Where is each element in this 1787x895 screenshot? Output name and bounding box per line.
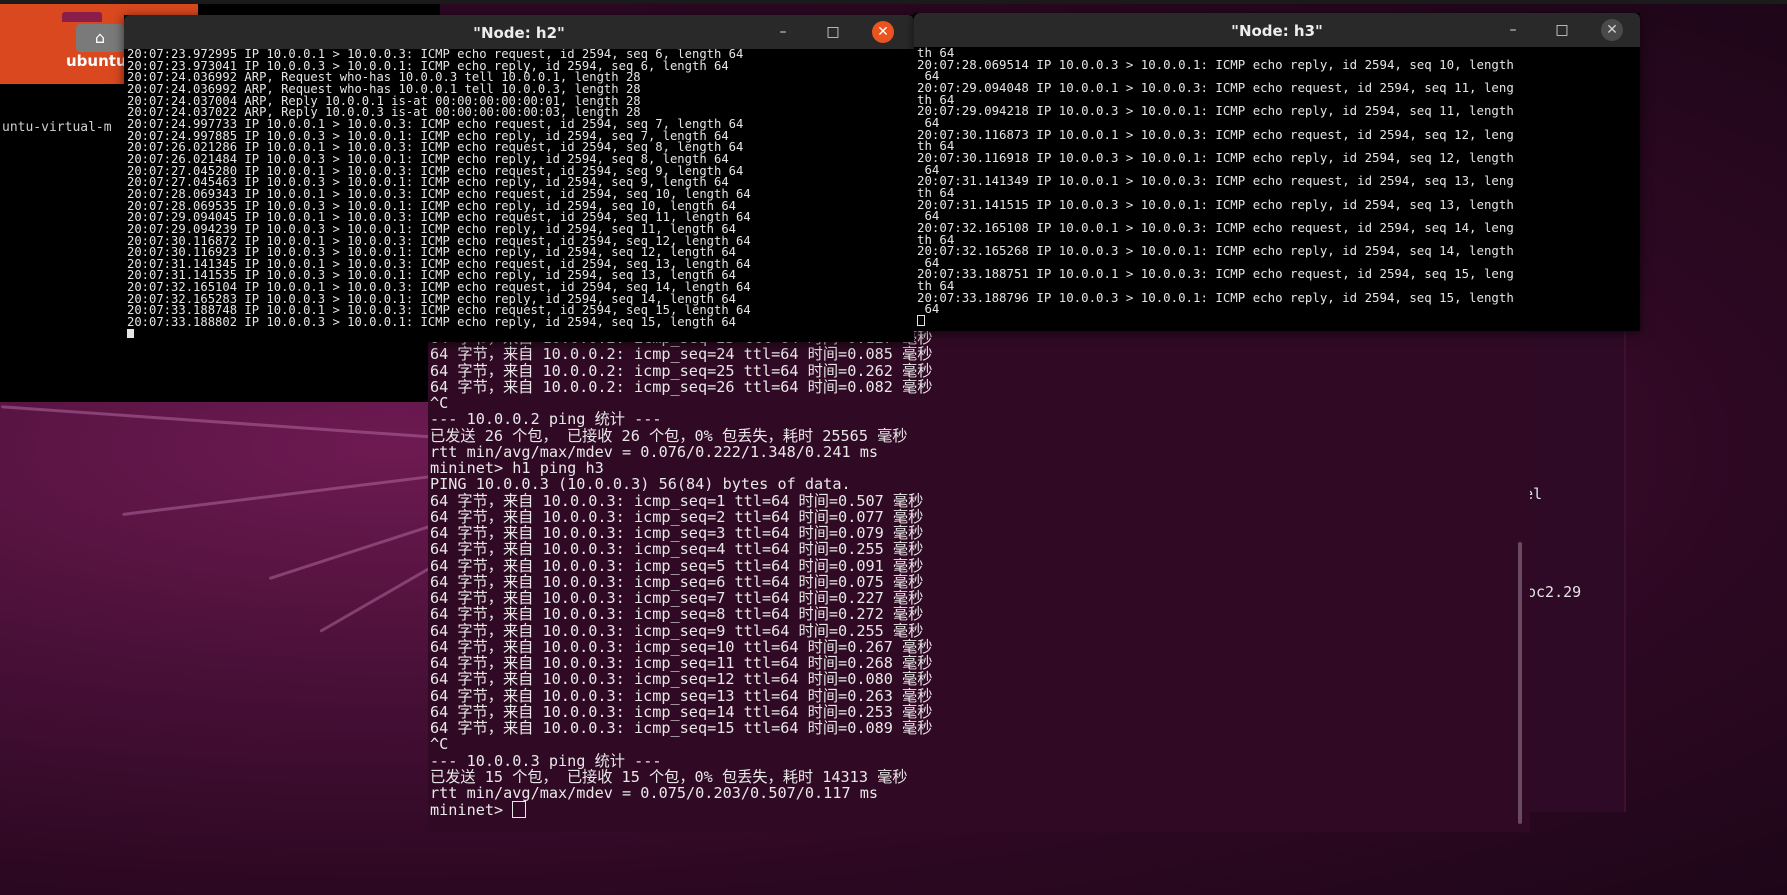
text-cursor [917,315,925,327]
terminal-line: ^C [430,394,449,412]
node-h3-output: th 64 20:07:28.069514 IP 10.0.0.3 > 10.0.… [914,47,1640,315]
node-h3-line: 20:07:31.141515 IP 10.0.0.3 > 10.0.0.1: … [917,196,1514,212]
node-h3-title: "Node: h3" [1231,22,1323,40]
terminal-line: 64 字节，来自 10.0.0.3: icmp_seq=3 ttl=64 时间=… [430,524,924,542]
node-h2-title: "Node: h2" [473,24,565,42]
node-h3-line: 20:07:29.094048 IP 10.0.0.1 > 10.0.0.3: … [917,79,1514,95]
terminal-line: 64 字节，来自 10.0.0.3: icmp_seq=6 ttl=64 时间=… [430,572,924,591]
terminal-line: --- 10.0.0.2 ping 统计 --- [430,410,662,429]
node-h3-line: 20:07:30.116918 IP 10.0.0.3 > 10.0.0.1: … [917,149,1514,165]
main-terminal-prompt-line[interactable]: mininet> [428,801,1530,818]
node-h2-cursor-line [124,328,914,341]
node-h2-terminal[interactable]: 20:07:23.972995 IP 10.0.0.1 > 10.0.0.3: … [124,49,914,340]
node-h3-line: 20:07:32.165268 IP 10.0.0.3 > 10.0.0.1: … [917,243,1514,259]
terminal-line: PING 10.0.0.3 (10.0.0.3) 56(84) bytes of… [430,475,851,494]
node-h3-line: 20:07:30.116873 IP 10.0.0.1 > 10.0.0.3: … [917,126,1514,142]
minimize-icon[interactable]: – [772,21,794,43]
main-terminal[interactable]: 64 字节，来自 10.0.0.2: icmp_seq=23 ttl=64 时间… [428,330,1530,832]
node-h2-window[interactable]: "Node: h2" – □ ✕ 20:07:23.972995 IP 10.0… [124,15,914,342]
terminal-line: 64 字节，来自 10.0.0.3: icmp_seq=9 ttl=64 时间=… [430,621,924,640]
node-h2-titlebar[interactable]: "Node: h2" – □ ✕ [124,15,914,49]
terminal-line: 64 字节，来自 10.0.0.3: icmp_seq=15 ttl=64 时间… [430,719,933,737]
maximize-icon[interactable]: □ [822,21,844,43]
folder-tab [62,12,102,22]
terminal-line: 已发送 15 个包， 已接收 15 个包，0% 包丢失，耗时 14313 毫秒 [430,767,908,786]
node-h3-line: 20:07:33.188796 IP 10.0.0.3 > 10.0.0.1: … [917,289,1514,305]
text-cursor [127,328,134,338]
node-h3-line: 20:07:32.165108 IP 10.0.0.1 > 10.0.0.3: … [917,219,1514,235]
maximize-icon[interactable]: □ [1551,19,1573,41]
background-window-right[interactable] [1530,320,1626,812]
background-terminal-line: untu-virtual-m [2,120,112,135]
main-terminal-output: 64 字节，来自 10.0.0.2: icmp_seq=23 ttl=64 时间… [428,330,1530,801]
home-icon[interactable]: ⌂ [76,24,124,52]
terminal-line: 64 字节，来自 10.0.0.3: icmp_seq=12 ttl=64 时间… [430,670,933,689]
terminal-line: 64 字节，来自 10.0.0.2: icmp_seq=24 ttl=64 时间… [430,345,933,364]
terminal-line: rtt min/avg/max/mdev = 0.075/0.203/0.507… [430,784,879,802]
terminal-line: 64 字节，来自 10.0.0.3: icmp_seq=13 ttl=64 时间… [430,686,933,705]
terminal-line: 64 字节，来自 10.0.0.3: icmp_seq=7 ttl=64 时间=… [430,589,924,607]
terminal-line: ^C [430,735,449,754]
node-h3-terminal[interactable]: th 64 20:07:28.069514 IP 10.0.0.3 > 10.0.… [914,47,1640,328]
node-h3-line: 64 [917,301,940,316]
background-window-text-2: oc2.29 [1527,583,1582,601]
close-icon[interactable]: ✕ [1601,19,1623,41]
scrollbar[interactable] [1518,542,1522,824]
terminal-line: 64 字节，来自 10.0.0.2: icmp_seq=26 ttl=64 时间… [430,377,933,396]
terminal-line: 64 字节，来自 10.0.0.3: icmp_seq=5 ttl=64 时间=… [430,556,924,575]
terminal-line: 已发送 26 个包， 已接收 26 个包，0% 包丢失，耗时 25565 毫秒 [430,426,908,445]
node-h3-cursor-line [914,315,1640,328]
terminal-line: 64 字节，来自 10.0.0.3: icmp_seq=11 ttl=64 时间… [430,654,933,672]
close-icon[interactable]: ✕ [872,21,894,43]
text-cursor [512,801,527,819]
terminal-line: rtt min/avg/max/mdev = 0.076/0.222/1.348… [430,442,879,461]
node-h3-titlebar[interactable]: "Node: h3" – □ ✕ [914,13,1640,47]
node-h3-window[interactable]: "Node: h3" – □ ✕ th 64 20:07:28.069514 IP… [914,13,1640,331]
terminal-line: 64 字节，来自 10.0.0.3: icmp_seq=2 ttl=64 时间=… [430,507,924,526]
minimize-icon[interactable]: – [1502,19,1524,41]
node-h3-line: 20:07:29.094218 IP 10.0.0.3 > 10.0.0.1: … [917,103,1514,119]
node-h3-line: 20:07:33.188751 IP 10.0.0.1 > 10.0.0.3: … [917,266,1514,282]
prompt: mininet> [430,801,513,820]
node-h2-output: 20:07:23.972995 IP 10.0.0.1 > 10.0.0.3: … [124,49,914,329]
terminal-line: --- 10.0.0.3 ping 统计 --- [430,751,662,770]
node-h3-line: 20:07:28.069514 IP 10.0.0.3 > 10.0.0.1: … [917,56,1514,72]
terminal-line: 64 字节，来自 10.0.0.3: icmp_seq=8 ttl=64 时间=… [430,605,924,624]
terminal-line: 64 字节，来自 10.0.0.3: icmp_seq=4 ttl=64 时间=… [430,540,924,559]
terminal-line: 64 字节，来自 10.0.0.3: icmp_seq=14 ttl=64 时间… [430,702,933,721]
terminal-line: 64 字节，来自 10.0.0.2: icmp_seq=25 ttl=64 时间… [430,361,933,380]
terminal-line: 64 字节，来自 10.0.0.3: icmp_seq=10 ttl=64 时间… [430,637,933,656]
node-h3-line: 20:07:31.141349 IP 10.0.0.1 > 10.0.0.3: … [917,173,1514,189]
terminal-line: 64 字节，来自 10.0.0.3: icmp_seq=1 ttl=64 时间=… [430,491,924,510]
node-h2-line: 20:07:33.188802 IP 10.0.0.3 > 10.0.0.1: … [127,315,737,329]
background-terminal-title: ubuntu [66,52,127,70]
terminal-line: mininet> h1 ping h3 [430,459,604,477]
